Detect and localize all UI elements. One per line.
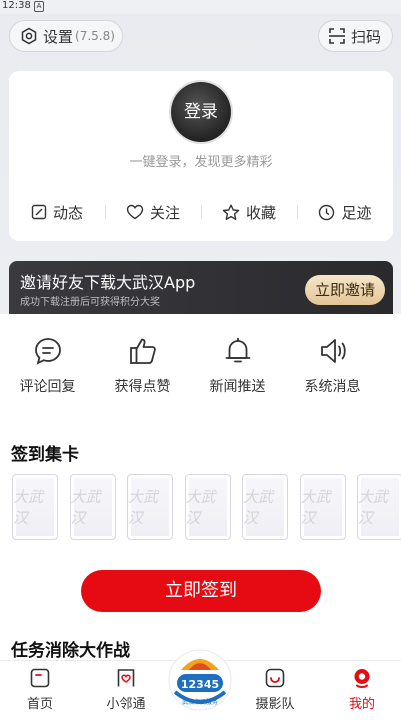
message-label: 获得点赞 — [114, 379, 171, 395]
checkin-card[interactable]: 大武汉 — [357, 474, 401, 540]
speaker-icon — [320, 339, 346, 363]
tab-mine[interactable]: 我的 — [327, 667, 397, 712]
checkin-card[interactable]: 大武汉 — [12, 474, 58, 540]
checkin-cards: 大武汉 大武汉 大武汉 大武汉 大武汉 大武汉 大武汉 — [12, 474, 401, 540]
message-label: 评论回复 — [19, 379, 76, 395]
bell-icon — [225, 338, 250, 363]
message-comment-reply[interactable]: 评论回复 — [0, 336, 95, 396]
quick-link-follow[interactable]: 关注 — [105, 197, 201, 227]
checkin-button[interactable]: 立即签到 — [81, 570, 321, 612]
settings-label: 设置 — [43, 27, 74, 46]
version-label: (7.5.8) — [75, 29, 115, 43]
checkin-card[interactable]: 大武汉 — [242, 474, 288, 540]
hotline-emblem-icon: 12345 武汉市民服务 — [168, 649, 232, 711]
message-likes[interactable]: 获得点赞 — [95, 336, 190, 396]
profile-card: 登录 一键登录，发现更多精彩 动态 关注 收藏 足迹 — [9, 71, 393, 241]
heart-icon — [126, 204, 144, 220]
scan-icon — [329, 28, 345, 44]
neighbor-icon — [117, 669, 135, 687]
tab-photo-team[interactable]: 摄影队 — [240, 667, 310, 712]
message-system[interactable]: 系统消息 — [285, 336, 380, 396]
profile-icon — [354, 669, 370, 688]
checkin-card[interactable]: 大武汉 — [299, 474, 346, 540]
card-watermark: 大武汉 — [300, 488, 331, 527]
center-service-button[interactable]: 12345 武汉市民服务 — [167, 634, 233, 714]
quick-link-activity[interactable]: 动态 — [9, 197, 105, 227]
message-label: 新闻推送 — [209, 379, 266, 395]
invite-subtitle: 成功下载注册后可获得积分大奖 — [20, 297, 160, 308]
emblem-caption: 武汉市民服务 — [182, 698, 218, 706]
tab-home[interactable]: 首页 — [5, 667, 75, 712]
checkin-title: 签到集卡 — [11, 445, 79, 465]
checkin-card[interactable]: 大武汉 — [69, 474, 116, 540]
comment-icon — [34, 338, 61, 365]
scan-label: 扫码 — [351, 27, 382, 46]
login-avatar-button[interactable]: 登录 — [171, 82, 231, 142]
quick-link-history[interactable]: 足迹 — [297, 197, 393, 227]
message-label: 系统消息 — [304, 379, 361, 395]
card-watermark: 大武汉 — [13, 488, 44, 527]
notification-icon: A — [34, 1, 44, 12]
login-tagline: 一键登录，发现更多精彩 — [129, 155, 273, 170]
tab-label: 我的 — [348, 697, 375, 712]
tab-label: 摄影队 — [255, 697, 295, 712]
quick-link-label: 足迹 — [341, 203, 372, 222]
card-watermark: 大武汉 — [70, 488, 101, 527]
status-time: 12:38 — [2, 0, 31, 11]
scan-button[interactable]: 扫码 — [318, 20, 393, 52]
card-watermark: 大武汉 — [185, 488, 216, 527]
task-section-title: 任务消除大作战 — [11, 641, 130, 661]
tab-label: 首页 — [26, 697, 53, 712]
camera-icon — [265, 668, 285, 688]
thumbs-up-icon — [129, 338, 156, 364]
quick-link-label: 动态 — [52, 203, 83, 222]
card-watermark: 大武汉 — [358, 488, 389, 527]
quick-link-label: 关注 — [149, 203, 180, 222]
edit-icon — [31, 204, 47, 220]
clock-icon — [319, 204, 335, 220]
checkin-card[interactable]: 大武汉 — [184, 474, 231, 540]
card-watermark: 大武汉 — [243, 488, 274, 527]
invite-title: 邀请好友下载大武汉App — [20, 273, 196, 292]
settings-button[interactable]: 设置 (7.5.8) — [9, 20, 123, 52]
quick-link-favorites[interactable]: 收藏 — [201, 197, 297, 227]
quick-link-label: 收藏 — [245, 203, 276, 222]
tab-label: 小邻通 — [106, 697, 146, 712]
home-icon — [30, 668, 50, 688]
emblem-number: 12345 — [181, 678, 219, 691]
message-row: 评论回复 获得点赞 新闻推送 系统消息 — [0, 336, 401, 396]
star-icon — [222, 204, 240, 220]
tab-neighbor[interactable]: 小邻通 — [91, 667, 161, 712]
quick-links: 动态 关注 收藏 足迹 — [9, 197, 393, 227]
message-news-push[interactable]: 新闻推送 — [190, 336, 285, 396]
invite-button[interactable]: 立即邀请 — [305, 275, 385, 305]
status-bar: 12:38 A — [0, 0, 401, 14]
card-watermark: 大武汉 — [128, 488, 159, 527]
checkin-card[interactable]: 大武汉 — [127, 474, 173, 540]
settings-gear-icon — [21, 27, 37, 45]
